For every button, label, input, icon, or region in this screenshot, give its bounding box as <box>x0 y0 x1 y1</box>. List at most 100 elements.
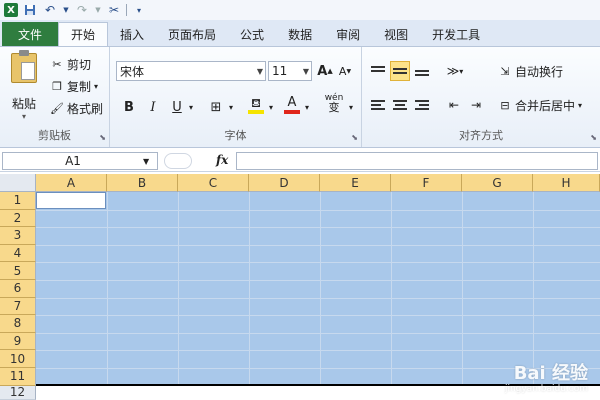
align-left-button[interactable] <box>368 95 388 115</box>
phonetic-dropdown-icon[interactable]: ▾ <box>346 97 356 117</box>
select-all-corner[interactable] <box>0 174 36 192</box>
font-name-combo[interactable]: 宋体 ▼ <box>116 61 266 81</box>
row-header-11[interactable]: 11 <box>0 368 36 386</box>
tab-insert[interactable]: 插入 <box>108 22 156 46</box>
align-top-button[interactable] <box>368 61 388 81</box>
redo-icon[interactable]: ↷ <box>74 2 90 18</box>
row-header-7[interactable]: 7 <box>0 297 36 316</box>
row-header-3[interactable]: 3 <box>0 227 36 245</box>
increase-indent-button[interactable]: ⇥ <box>466 95 486 115</box>
italic-button[interactable]: I <box>144 97 162 117</box>
merge-center-button[interactable]: ⊟ 合并后居中 ▾ <box>498 96 582 114</box>
undo-dropdown-icon[interactable]: ▼ <box>62 2 70 18</box>
font-launcher-icon[interactable]: ⬊ <box>351 133 358 142</box>
column-header-e[interactable]: E <box>320 174 391 192</box>
merge-cells-icon: ⊟ <box>500 98 510 112</box>
undo-icon[interactable]: ↶ <box>42 2 58 18</box>
save-icon[interactable] <box>22 2 38 18</box>
column-header-f[interactable]: F <box>391 174 462 192</box>
copy-label: 复制 <box>67 79 92 94</box>
alignment-launcher-icon[interactable]: ⬊ <box>590 133 597 142</box>
borders-dropdown-icon[interactable]: ▾ <box>226 97 236 117</box>
text-orientation-icon: ≫ <box>446 64 460 78</box>
align-center-button[interactable] <box>390 95 410 115</box>
copy-dropdown-icon[interactable]: ▾ <box>94 82 98 91</box>
borders-icon: ⊞ <box>210 99 222 115</box>
tab-file[interactable]: 文件 <box>2 22 58 46</box>
phonetic-sub-label: 变 <box>328 101 340 114</box>
paste-dropdown-icon[interactable]: ▾ <box>6 112 42 121</box>
name-box[interactable]: A1 ▼ <box>2 152 158 170</box>
orientation-button[interactable]: ≫ ▾ <box>444 61 466 81</box>
font-name-value: 宋体 <box>120 64 145 79</box>
fill-color-button[interactable]: ⛾ <box>246 95 266 115</box>
column-header-c[interactable]: C <box>178 174 249 192</box>
column-header-b[interactable]: B <box>107 174 178 192</box>
column-header-g[interactable]: G <box>462 174 533 192</box>
phonetic-guide-button[interactable]: wén 变 <box>322 93 346 113</box>
row-header-1[interactable]: 1 <box>0 192 36 210</box>
tab-review[interactable]: 审阅 <box>324 22 372 46</box>
row-header-6[interactable]: 6 <box>0 280 36 298</box>
active-cell-a1[interactable] <box>36 192 106 209</box>
column-header-a[interactable]: A <box>36 174 107 192</box>
excel-logo-icon[interactable]: X <box>4 3 18 17</box>
tab-developer[interactable]: 开发工具 <box>420 22 492 46</box>
fill-color-dropdown-icon[interactable]: ▾ <box>266 97 276 117</box>
clipboard-launcher-icon[interactable]: ⬊ <box>99 133 106 142</box>
underline-button[interactable]: U <box>168 97 186 117</box>
name-box-dropdown-icon[interactable]: ▼ <box>143 157 149 166</box>
borders-button[interactable]: ⊞ <box>206 97 226 117</box>
row-header-5[interactable]: 5 <box>0 262 36 280</box>
customize-qat-icon[interactable]: ▾ <box>131 2 147 18</box>
tab-view[interactable]: 视图 <box>372 22 420 46</box>
align-middle-button[interactable] <box>390 61 410 81</box>
paste-button[interactable]: 粘贴 ▾ <box>6 50 42 121</box>
merge-dropdown-icon[interactable]: ▾ <box>578 101 582 110</box>
row-header-9[interactable]: 9 <box>0 332 36 351</box>
cut-button[interactable]: ✂ 剪切 <box>50 55 91 73</box>
formula-bar-resize-handle[interactable] <box>164 153 192 169</box>
font-color-glyph: A <box>287 95 297 110</box>
grow-font-glyph: A <box>317 63 328 79</box>
wrap-text-button[interactable]: ⇲ 自动换行 <box>498 62 563 80</box>
merge-center-label: 合并后居中 <box>515 98 576 113</box>
tab-page-layout[interactable]: 页面布局 <box>156 22 228 46</box>
row-header-8[interactable]: 8 <box>0 315 36 333</box>
format-painter-button[interactable]: 🖌 格式刷 <box>50 99 103 117</box>
decrease-indent-button[interactable]: ⇤ <box>444 95 464 115</box>
font-size-dropdown-icon[interactable]: ▼ <box>303 67 309 76</box>
row-header-2[interactable]: 2 <box>0 209 36 228</box>
insert-function-button[interactable]: fx <box>216 153 228 167</box>
align-right-button[interactable] <box>412 95 432 115</box>
tab-data[interactable]: 数据 <box>276 22 324 46</box>
font-size-combo[interactable]: 11 ▼ <box>268 61 312 81</box>
align-bottom-button[interactable] <box>412 61 432 81</box>
formula-input[interactable] <box>236 152 598 170</box>
row-header-12[interactable]: 12 <box>0 385 36 400</box>
font-name-dropdown-icon[interactable]: ▼ <box>257 67 263 76</box>
bold-button[interactable]: B <box>120 97 138 117</box>
row-gridline <box>36 262 600 264</box>
tab-home[interactable]: 开始 <box>58 22 109 46</box>
font-color-button[interactable]: A <box>282 95 302 115</box>
grow-font-button[interactable]: A ▲ <box>316 61 334 81</box>
clipboard-group: 粘贴 ▾ ✂ 剪切 ❐ 复制 ▾ 🖌 格式刷 剪贴板 ⬊ <box>0 47 110 147</box>
font-color-dropdown-icon[interactable]: ▾ <box>302 97 312 117</box>
copy-button[interactable]: ❐ 复制 ▾ <box>50 77 98 95</box>
underline-dropdown-icon[interactable]: ▾ <box>186 97 196 117</box>
row-gridline <box>36 209 600 211</box>
clipboard-group-label: 剪贴板 <box>38 129 71 142</box>
column-header-d[interactable]: D <box>249 174 320 192</box>
redo-dropdown-icon[interactable]: ▼ <box>94 2 102 18</box>
ribbon: 粘贴 ▾ ✂ 剪切 ❐ 复制 ▾ 🖌 格式刷 剪贴板 ⬊ 宋体 ▼ 11 ▼ A… <box>0 46 600 148</box>
shrink-font-button[interactable]: A ▼ <box>336 61 354 81</box>
tab-formulas[interactable]: 公式 <box>228 22 276 46</box>
custom-tool-icon[interactable]: ✂ <box>106 2 122 18</box>
selection-range[interactable] <box>36 192 600 384</box>
row-header-10[interactable]: 10 <box>0 350 36 368</box>
column-header-h[interactable]: H <box>533 174 600 192</box>
row-header-4[interactable]: 4 <box>0 244 36 263</box>
font-group-label: 字体 <box>224 129 247 142</box>
alignment-group-label: 对齐方式 <box>459 129 503 142</box>
